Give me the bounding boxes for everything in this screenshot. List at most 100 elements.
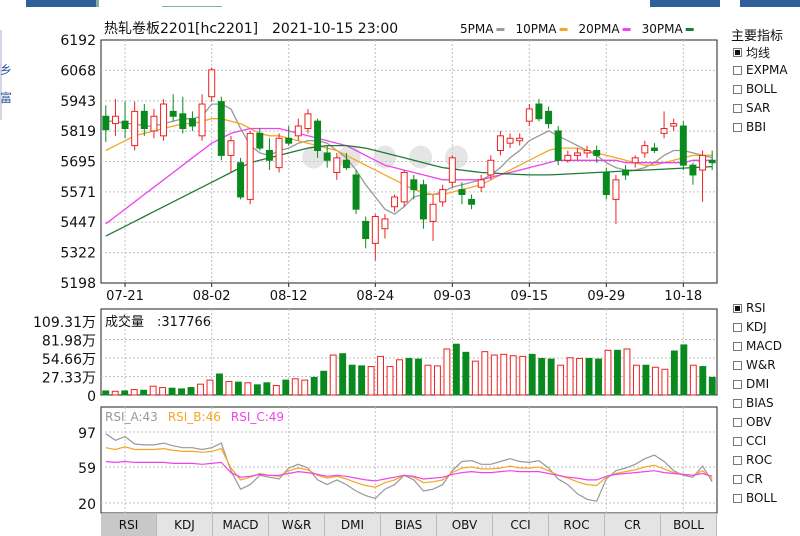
volume-bar	[282, 379, 290, 396]
checkbox[interactable]	[733, 398, 742, 408]
checkbox[interactable]	[733, 341, 742, 351]
candle-down	[179, 96, 187, 134]
candle-body	[516, 137, 524, 142]
checkbox-label: 均线	[746, 46, 771, 60]
checkbox[interactable]	[733, 84, 742, 94]
main-indicator-sar[interactable]: SAR	[733, 101, 770, 115]
tab-obv[interactable]: OBV	[437, 514, 493, 536]
candle-body	[188, 118, 196, 127]
checkbox[interactable]	[733, 322, 742, 332]
checkbox-label: W&R	[746, 358, 776, 372]
sub-indicator-cci[interactable]: CCI	[733, 434, 766, 448]
sub-indicator-w-r[interactable]: W&R	[733, 358, 776, 372]
sub-indicator-boll[interactable]: BOLL	[733, 491, 777, 505]
tab-dmi[interactable]: DMI	[325, 514, 381, 536]
sub-indicator-bias[interactable]: BIAS	[733, 396, 774, 410]
sub-indicator-dmi[interactable]: DMI	[733, 377, 769, 391]
sub-indicator-obv[interactable]: OBV	[733, 415, 772, 429]
volume-bar	[187, 387, 195, 396]
volume-bar	[386, 366, 394, 396]
volume-bar	[557, 364, 565, 396]
price-tick-label: 5943	[60, 94, 96, 110]
candle-body	[477, 179, 485, 188]
tab-cr[interactable]: CR	[605, 514, 661, 536]
tab-bias[interactable]: BIAS	[381, 514, 437, 536]
candle-down	[622, 165, 630, 180]
checkbox-label: SAR	[746, 101, 771, 115]
candle-up	[131, 101, 139, 151]
main-indicator-bbi[interactable]: BBI	[733, 120, 766, 134]
candle-body	[410, 179, 418, 191]
checkbox[interactable]	[733, 417, 742, 427]
candle-down	[679, 121, 687, 171]
candle-body	[535, 103, 543, 120]
candle-body	[419, 184, 427, 220]
ma-legend-label: 20PMA	[579, 22, 621, 36]
tab-kdj[interactable]: KDJ	[157, 514, 213, 536]
checkbox[interactable]	[733, 303, 742, 313]
volume-bar	[140, 389, 148, 396]
date-tick-label: 09-29	[587, 289, 625, 304]
main-indicator--[interactable]: 均线	[733, 44, 770, 61]
checkbox[interactable]	[733, 493, 742, 503]
price-tick-label: 5571	[60, 185, 96, 201]
checkbox-label: DMI	[746, 377, 770, 391]
candle-body	[487, 159, 495, 176]
checkbox[interactable]	[733, 103, 742, 113]
candle-up	[612, 174, 620, 224]
candle-up	[477, 174, 485, 193]
sub-indicator-rsi[interactable]: RSI	[733, 301, 766, 315]
volume-bar	[310, 376, 318, 396]
rsi-panel: 97 59 20 RSI_A:43 RSI_B:46 RSI_C:49	[78, 406, 718, 514]
tab-roc[interactable]: ROC	[549, 514, 605, 536]
volume-bar	[263, 382, 271, 396]
sub-indicator-macd[interactable]: MACD	[733, 339, 782, 353]
checkbox[interactable]	[733, 122, 742, 132]
volume-value: :317766	[157, 315, 211, 330]
checkbox[interactable]	[733, 360, 742, 370]
checkbox[interactable]	[733, 65, 742, 75]
main-indicator-boll[interactable]: BOLL	[733, 82, 777, 96]
tab-boll[interactable]: BOLL	[661, 514, 717, 536]
ma-legend-label: 30PMA	[642, 22, 684, 36]
checkbox[interactable]	[733, 436, 742, 446]
candle-body	[545, 110, 553, 125]
tab-w-r[interactable]: W&R	[269, 514, 325, 536]
candle-body	[670, 123, 678, 127]
volume-bar	[623, 348, 631, 396]
candle-down	[419, 179, 427, 229]
symbol-name: 热轧卷板2201	[104, 21, 196, 37]
sub-indicator-roc[interactable]: ROC	[733, 453, 772, 467]
volume-bar	[670, 350, 678, 396]
date-tick-label: 10-18	[664, 289, 702, 304]
date-tick-label: 09-03	[433, 289, 471, 304]
tab-cci[interactable]: CCI	[493, 514, 549, 536]
checkbox[interactable]	[733, 455, 742, 465]
date-tick-label: 09-15	[510, 289, 548, 304]
tab-macd[interactable]: MACD	[213, 514, 269, 536]
main-indicator-expma[interactable]: EXPMA	[733, 63, 788, 77]
candle-body	[150, 115, 158, 132]
checkbox[interactable]	[733, 474, 742, 484]
tab-rsi[interactable]: RSI	[101, 514, 157, 536]
sub-indicator-kdj[interactable]: KDJ	[733, 320, 767, 334]
candle-down	[545, 106, 553, 129]
candle-up	[439, 184, 447, 207]
checkbox-label: MACD	[746, 339, 782, 353]
volume-bar	[216, 373, 223, 396]
candle-body	[102, 115, 110, 131]
volume-bar	[462, 351, 470, 396]
volume-bar	[614, 349, 621, 396]
candle-up	[160, 99, 168, 141]
checkbox-label: ROC	[746, 453, 773, 467]
checkbox[interactable]	[733, 48, 742, 57]
candle-body	[131, 110, 139, 147]
candle-body	[381, 218, 389, 230]
checkbox[interactable]	[733, 379, 742, 389]
candle-down	[602, 167, 610, 200]
candle-body	[496, 135, 504, 151]
sub-indicator-cr[interactable]: CR	[733, 472, 763, 486]
volume-bar	[689, 364, 697, 396]
candle-down	[217, 96, 225, 161]
volume-bar	[481, 351, 489, 396]
